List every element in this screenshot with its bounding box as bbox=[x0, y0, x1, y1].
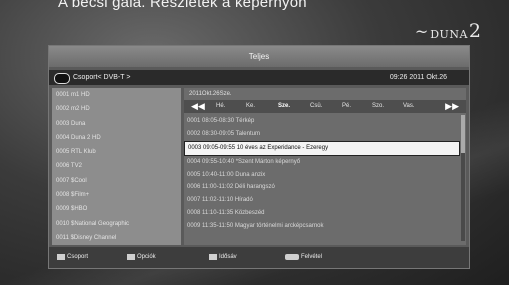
channel-item[interactable]: 0005 RTL Klub bbox=[52, 145, 181, 159]
event-list[interactable]: 0001 08:05-08:30 Térkép 0002 08:30-09:05… bbox=[184, 115, 460, 233]
channel-list[interactable]: 0001 m1 HD 0002 m2 HD 0003 Duna 0004 Dun… bbox=[52, 88, 181, 245]
event-item[interactable]: 0001 08:05-08:30 Térkép bbox=[184, 115, 460, 128]
logo-swirl-icon: ~ bbox=[414, 22, 429, 41]
red-key-icon bbox=[57, 254, 65, 260]
channel-item[interactable]: 0007 $Cool bbox=[52, 174, 181, 188]
help-item-group[interactable]: Csoport bbox=[57, 254, 88, 260]
channel-item[interactable]: 0002 m2 HD bbox=[52, 102, 181, 116]
day-bar: ◀◀ Hé. Ke. Sze. Csü. Pé. Szo. Vas. ▶▶ bbox=[184, 100, 466, 113]
day-tab-sat[interactable]: Szo. bbox=[372, 103, 384, 109]
help-label: Felvétel bbox=[301, 254, 323, 260]
group-selector[interactable]: Csoport< DVB-T > bbox=[73, 70, 130, 85]
help-bar: Csoport Opciók Idősáv Felvétel bbox=[49, 247, 469, 268]
help-item-record[interactable]: Felvétel bbox=[285, 254, 322, 260]
event-item[interactable]: 0008 11:10-11:35 Közbeszéd bbox=[184, 207, 460, 220]
epg-panel: Teljes Csoport< DVB-T > 09:26 2011 Okt.2… bbox=[48, 45, 470, 269]
day-tab-tue[interactable]: Ke. bbox=[246, 103, 255, 109]
event-item[interactable]: 0007 11:02-11:10 Híradó bbox=[184, 194, 460, 207]
clock: 09:26 2011 Okt.26 bbox=[389, 74, 447, 81]
epg-date: 2011Okt.26Sze. bbox=[189, 91, 232, 97]
event-item[interactable]: 0002 08:30-09:05 Talentum bbox=[184, 128, 460, 141]
day-tab-thu[interactable]: Csü. bbox=[310, 103, 322, 109]
event-item[interactable]: 0006 11:00-11:02 Déli harangszó bbox=[184, 181, 460, 194]
group-bar: Csoport< DVB-T > 09:26 2011 Okt.26 bbox=[49, 70, 469, 85]
help-label: Idősáv bbox=[219, 254, 237, 260]
prev-day-icon[interactable]: ◀◀ bbox=[191, 101, 205, 112]
channel-item[interactable]: 0008 $Film+ bbox=[52, 188, 181, 202]
event-item[interactable]: 0005 10:40-11:00 Duna anzix bbox=[184, 169, 460, 182]
next-day-icon[interactable]: ▶▶ bbox=[445, 101, 459, 112]
scrollbar-thumb[interactable] bbox=[461, 115, 465, 153]
help-label: Csoport bbox=[67, 254, 89, 260]
top-caption: A bécsi gála. Részletek a képernyőn bbox=[58, 0, 307, 11]
help-item-timeslot[interactable]: Idősáv bbox=[209, 254, 237, 260]
event-item[interactable]: 0009 11:35-11:50 Magyar történelmi arcké… bbox=[184, 220, 460, 233]
channel-item[interactable]: 0011 $Disney Channel bbox=[52, 231, 181, 245]
event-item-selected[interactable]: 0003 09:05-09:55 10 éves az Experidance … bbox=[184, 140, 460, 156]
yellow-key-icon bbox=[209, 254, 217, 260]
logo-name: DUNA bbox=[430, 28, 468, 41]
channel-item[interactable]: 0004 Duna 2 HD bbox=[52, 131, 181, 145]
group-pill-icon bbox=[54, 73, 70, 84]
event-scrollbar[interactable] bbox=[461, 115, 465, 241]
event-item[interactable]: 0004 09:55-10:40 *Szent Márton képernyő bbox=[184, 156, 460, 169]
channel-item[interactable]: 0006 TV2 bbox=[52, 159, 181, 173]
day-tab-mon[interactable]: Hé. bbox=[216, 103, 225, 109]
day-tab-sun[interactable]: Vas. bbox=[403, 103, 415, 109]
help-label: Opciók bbox=[137, 254, 156, 260]
epg-area: 2011Okt.26Sze. ◀◀ Hé. Ke. Sze. Csü. Pé. … bbox=[184, 88, 466, 245]
green-key-icon bbox=[127, 254, 135, 260]
rec-key-icon bbox=[285, 254, 299, 260]
channel-item[interactable]: 0001 m1 HD bbox=[52, 88, 181, 102]
channel-item[interactable]: 0009 $HBO bbox=[52, 202, 181, 216]
day-tab-fri[interactable]: Pé. bbox=[342, 103, 351, 109]
channel-item[interactable]: 0003 Duna bbox=[52, 117, 181, 131]
day-tab-wed[interactable]: Sze. bbox=[278, 103, 290, 109]
channel-logo: ~ DUNA 2 bbox=[414, 20, 481, 42]
logo-number: 2 bbox=[468, 20, 481, 42]
panel-title: Teljes bbox=[49, 46, 469, 67]
help-item-options[interactable]: Opciók bbox=[127, 254, 156, 260]
channel-item[interactable]: 0010 $National Geographic bbox=[52, 217, 181, 231]
